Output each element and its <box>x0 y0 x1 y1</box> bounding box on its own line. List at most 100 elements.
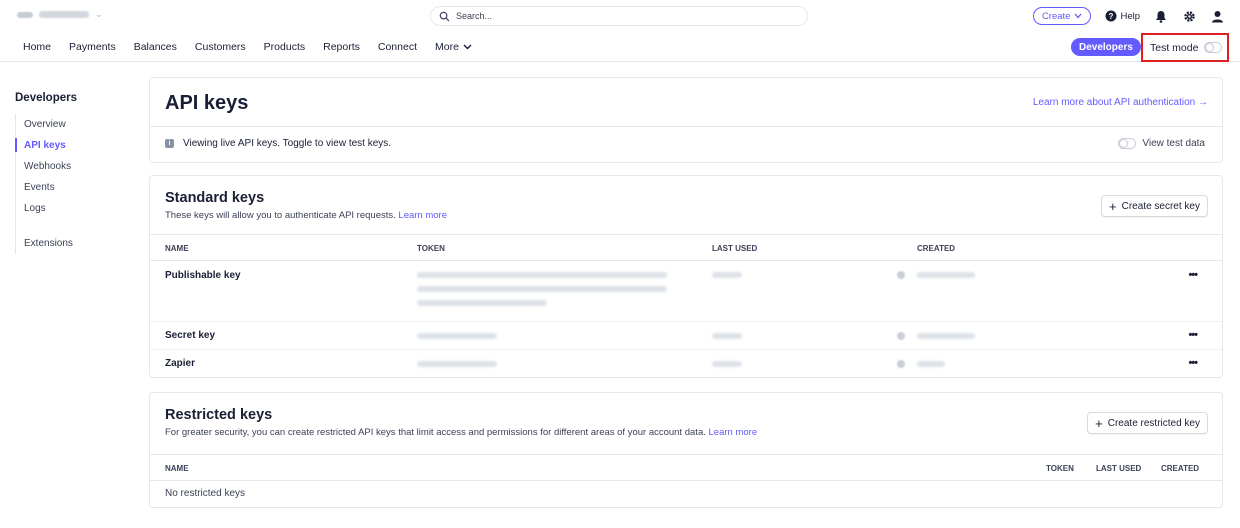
sidebar-item-api-keys[interactable]: API keys <box>15 135 125 156</box>
last-used-redacted <box>712 333 742 339</box>
create-label: Create <box>1041 10 1071 22</box>
toggle-switch[interactable] <box>1118 138 1137 149</box>
bell-icon[interactable] <box>1154 9 1168 23</box>
sidebar-item-extensions[interactable]: Extensions <box>16 233 125 254</box>
subtitle-text: For greater security, you can create res… <box>165 427 706 438</box>
chevron-down-icon <box>1074 13 1082 19</box>
sidebar-item-events[interactable]: Events <box>16 177 125 198</box>
token-redacted <box>417 286 667 292</box>
nav-item-reports[interactable]: Reports <box>323 41 360 53</box>
created-redacted <box>917 333 975 339</box>
token-redacted <box>417 272 667 278</box>
col-name: NAME <box>165 244 189 253</box>
key-name: Publishable key <box>165 270 241 281</box>
nav-item-connect[interactable]: Connect <box>378 41 417 53</box>
search-icon <box>439 11 450 21</box>
sidebar-title: Developers <box>15 92 78 104</box>
live-keys-banner: i Viewing live API keys. Toggle to view … <box>150 126 1222 163</box>
created-icon <box>897 360 905 368</box>
nav-item-more[interactable]: More <box>435 41 472 53</box>
top-bar: ⌄ Search... Create ? Help <box>0 0 1240 32</box>
developers-button[interactable]: Developers <box>1071 38 1141 56</box>
chevron-down-icon: ⌄ <box>95 9 103 19</box>
learn-more-link[interactable]: Learn more <box>709 427 758 438</box>
button-label: Create restricted key <box>1107 417 1200 429</box>
created-icon <box>897 271 905 279</box>
nav-item-payments[interactable]: Payments <box>69 41 116 53</box>
token-redacted <box>417 300 547 306</box>
api-keys-header-card: API keys Learn more about API authentica… <box>149 77 1223 163</box>
account-switcher[interactable]: ⌄ <box>17 9 103 20</box>
table-row[interactable]: Zapier ••• <box>150 350 1222 378</box>
created-icon <box>897 332 905 340</box>
token-redacted <box>417 333 497 339</box>
col-created: CREATED <box>917 244 956 253</box>
create-restricted-key-button[interactable]: + Create restricted key <box>1087 412 1208 434</box>
restricted-keys-card: Restricted keys For greater security, yo… <box>149 392 1223 508</box>
sidebar-item-logs[interactable]: Logs <box>16 198 125 219</box>
table-header: NAME TOKEN LAST USED CREATED <box>150 454 1222 481</box>
chevron-down-icon <box>463 44 472 50</box>
standard-keys-subtitle: These keys will allow you to authenticat… <box>165 210 447 221</box>
create-secret-key-button[interactable]: + Create secret key <box>1101 195 1208 217</box>
search-placeholder: Search... <box>456 11 493 21</box>
sidebar-item-overview[interactable]: Overview <box>16 114 125 135</box>
account-logo <box>17 11 33 18</box>
learn-api-auth-link[interactable]: Learn more about API authentication → <box>1033 97 1208 108</box>
key-name: Zapier <box>165 358 196 369</box>
token-redacted <box>417 361 497 367</box>
info-icon: i <box>165 139 174 148</box>
nav-item-customers[interactable]: Customers <box>195 41 246 53</box>
key-name: Secret key <box>165 330 216 341</box>
col-created: CREATED <box>1161 464 1200 473</box>
col-token: TOKEN <box>417 244 445 253</box>
page-title: API keys <box>165 92 249 114</box>
last-used-redacted <box>712 361 742 367</box>
more-actions-icon[interactable]: ••• <box>1188 357 1198 369</box>
table-row[interactable]: Secret key ••• <box>150 322 1222 350</box>
main-nav: Home Payments Balances Customers Product… <box>0 32 1240 62</box>
sidebar: Developers Overview API keys Webhooks Ev… <box>15 92 125 254</box>
col-name: NAME <box>165 464 189 473</box>
created-redacted <box>917 272 975 278</box>
banner-message: Viewing live API keys. Toggle to view te… <box>183 138 392 149</box>
restricted-keys-title: Restricted keys <box>165 407 273 423</box>
plus-icon: + <box>1109 198 1117 214</box>
test-mode-label: Test mode <box>1150 41 1199 54</box>
button-label: Create secret key <box>1121 200 1200 212</box>
subtitle-text: These keys will allow you to authenticat… <box>165 210 396 221</box>
svg-text:?: ? <box>1109 12 1114 21</box>
help-label: Help <box>1120 10 1140 22</box>
col-last-used: LAST USED <box>712 244 758 253</box>
search-input[interactable]: Search... <box>430 6 808 26</box>
test-mode-toggle[interactable]: Test mode <box>1141 33 1229 62</box>
view-test-data-toggle[interactable]: View test data <box>1118 138 1205 149</box>
last-used-redacted <box>712 272 742 278</box>
created-redacted <box>917 361 945 367</box>
create-button[interactable]: Create <box>1032 7 1092 25</box>
nav-item-balances[interactable]: Balances <box>134 41 177 53</box>
col-last-used: LAST USED <box>1096 464 1142 473</box>
nav-item-products[interactable]: Products <box>264 41 305 53</box>
table-header: NAME TOKEN LAST USED CREATED <box>150 234 1222 261</box>
empty-state: No restricted keys <box>165 488 246 499</box>
nav-item-home[interactable]: Home <box>23 41 51 53</box>
plus-icon: + <box>1095 415 1103 431</box>
standard-keys-card: Standard keys These keys will allow you … <box>149 175 1223 378</box>
help-icon: ? <box>1105 10 1117 22</box>
view-test-data-label: View test data <box>1142 138 1205 149</box>
table-row[interactable]: Publishable key ••• <box>150 262 1222 322</box>
more-actions-icon[interactable]: ••• <box>1188 329 1198 341</box>
standard-keys-title: Standard keys <box>165 190 265 206</box>
help-button[interactable]: ? Help <box>1105 10 1140 22</box>
col-token: TOKEN <box>1046 464 1074 473</box>
toggle-switch[interactable] <box>1204 42 1223 53</box>
restricted-keys-subtitle: For greater security, you can create res… <box>165 427 757 438</box>
more-label: More <box>434 41 459 53</box>
user-icon[interactable] <box>1210 9 1224 23</box>
gear-icon[interactable] <box>1182 9 1196 23</box>
more-actions-icon[interactable]: ••• <box>1188 269 1198 281</box>
learn-more-link[interactable]: Learn more <box>398 210 447 221</box>
sidebar-item-webhooks[interactable]: Webhooks <box>16 156 125 177</box>
account-name-redacted <box>39 11 89 18</box>
